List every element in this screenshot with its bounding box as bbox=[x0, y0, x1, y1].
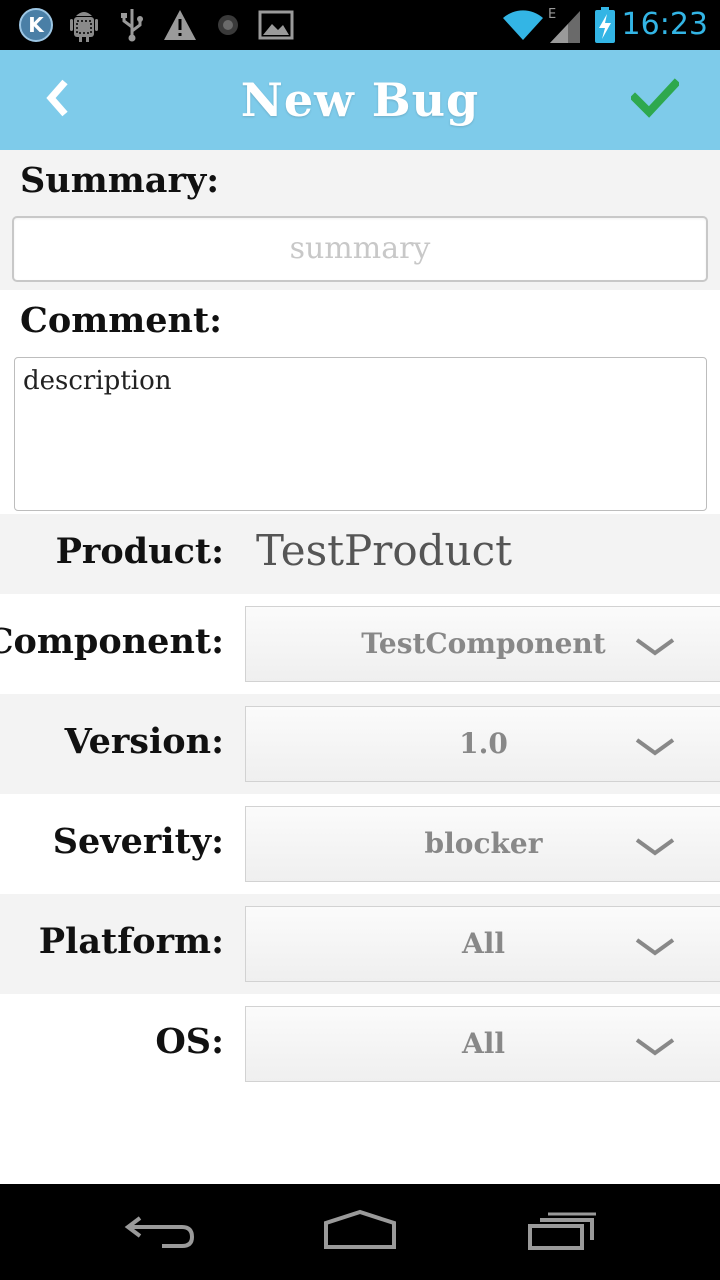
status-bar: K E 16:23 bbox=[0, 0, 720, 50]
comment-label: Comment: bbox=[20, 300, 223, 341]
chevron-down-icon bbox=[634, 935, 676, 959]
action-bar: New Bug bbox=[0, 50, 720, 150]
back-nav-button[interactable] bbox=[105, 1198, 215, 1266]
android-debug-icon bbox=[66, 0, 102, 50]
svg-text:E: E bbox=[548, 7, 556, 22]
os-spinner[interactable]: All bbox=[245, 1006, 720, 1082]
summary-label: Summary: bbox=[20, 160, 220, 201]
severity-label: Severity: bbox=[52, 821, 224, 862]
chevron-down-icon bbox=[634, 1035, 676, 1059]
severity-spinner[interactable]: blocker bbox=[245, 806, 720, 882]
platform-label: Platform: bbox=[38, 921, 224, 962]
k-app-icon: K bbox=[16, 0, 56, 50]
confirm-button[interactable] bbox=[620, 72, 690, 128]
svg-text:K: K bbox=[28, 13, 45, 37]
warning-icon bbox=[160, 0, 200, 50]
platform-spinner[interactable]: All bbox=[245, 906, 720, 982]
component-label: Component: bbox=[0, 621, 224, 662]
chevron-down-icon bbox=[634, 735, 676, 759]
signal-icon: E bbox=[544, 0, 584, 50]
product-value: TestProduct bbox=[256, 526, 512, 575]
os-label: OS: bbox=[155, 1021, 224, 1062]
home-nav-button[interactable] bbox=[305, 1198, 415, 1266]
component-spinner[interactable]: TestComponent bbox=[245, 606, 720, 682]
chevron-down-icon bbox=[634, 635, 676, 659]
checkmark-icon bbox=[629, 78, 681, 122]
home-nav-icon bbox=[322, 1209, 398, 1255]
product-label: Product: bbox=[55, 531, 224, 572]
version-label: Version: bbox=[64, 721, 224, 762]
navigation-bar bbox=[0, 1184, 720, 1280]
status-time: 16:23 bbox=[621, 7, 708, 42]
recents-nav-button[interactable] bbox=[507, 1198, 617, 1266]
recents-nav-icon bbox=[526, 1210, 598, 1254]
back-nav-icon bbox=[124, 1210, 196, 1254]
comment-textarea[interactable]: description bbox=[14, 357, 707, 511]
back-button[interactable] bbox=[30, 72, 86, 128]
chevron-down-icon bbox=[634, 835, 676, 859]
battery-charging-icon bbox=[590, 0, 620, 50]
version-spinner[interactable]: 1.0 bbox=[245, 706, 720, 782]
summary-input[interactable]: summary bbox=[12, 216, 708, 282]
usb-icon bbox=[116, 0, 148, 50]
dot-icon bbox=[212, 0, 244, 50]
wifi-icon bbox=[500, 0, 546, 50]
page-title: New Bug bbox=[240, 73, 480, 127]
chevron-left-icon bbox=[43, 78, 73, 122]
image-icon bbox=[256, 0, 296, 50]
